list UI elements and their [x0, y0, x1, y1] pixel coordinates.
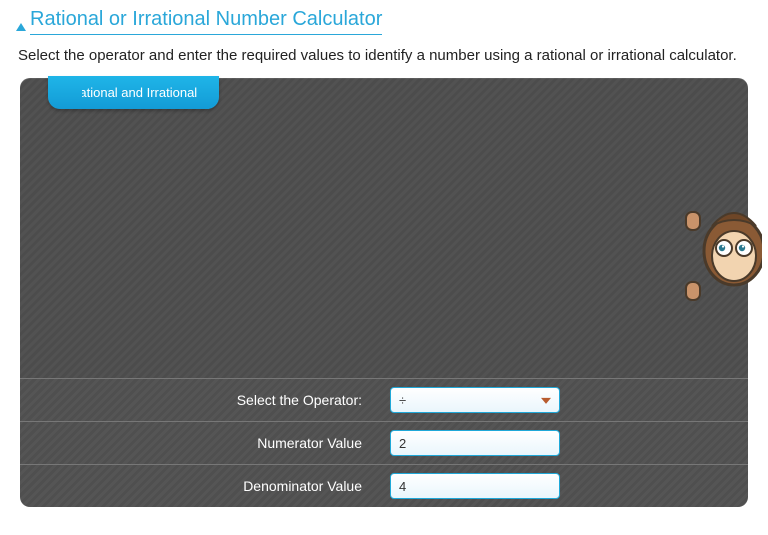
- page-title-row: Rational or Irrational Number Calculator: [16, 8, 752, 35]
- page-title: Rational or Irrational Number Calculator: [30, 8, 382, 35]
- calculator-panel: Select the Operator: ÷ Numerator Value: [20, 78, 748, 507]
- row-operator: Select the Operator: ÷: [20, 379, 748, 422]
- denominator-input[interactable]: [390, 473, 560, 499]
- numerator-label: Numerator Value: [30, 435, 390, 451]
- mascot-icon: [684, 196, 762, 311]
- operator-label: Select the Operator:: [30, 392, 390, 408]
- row-numerator: Numerator Value: [20, 422, 748, 465]
- calculator-form: Select the Operator: ÷ Numerator Value: [20, 378, 748, 507]
- numerator-input[interactable]: [390, 430, 560, 456]
- tab-rational-irrational[interactable]: Rational and Irrational: [48, 76, 219, 109]
- operator-select[interactable]: ÷: [390, 387, 560, 413]
- denominator-label: Denominator Value: [30, 478, 390, 494]
- page-description: Select the operator and enter the requir…: [18, 45, 750, 66]
- title-caret-icon: [16, 23, 26, 31]
- row-denominator: Denominator Value: [20, 465, 748, 507]
- calculator-display: [20, 78, 748, 378]
